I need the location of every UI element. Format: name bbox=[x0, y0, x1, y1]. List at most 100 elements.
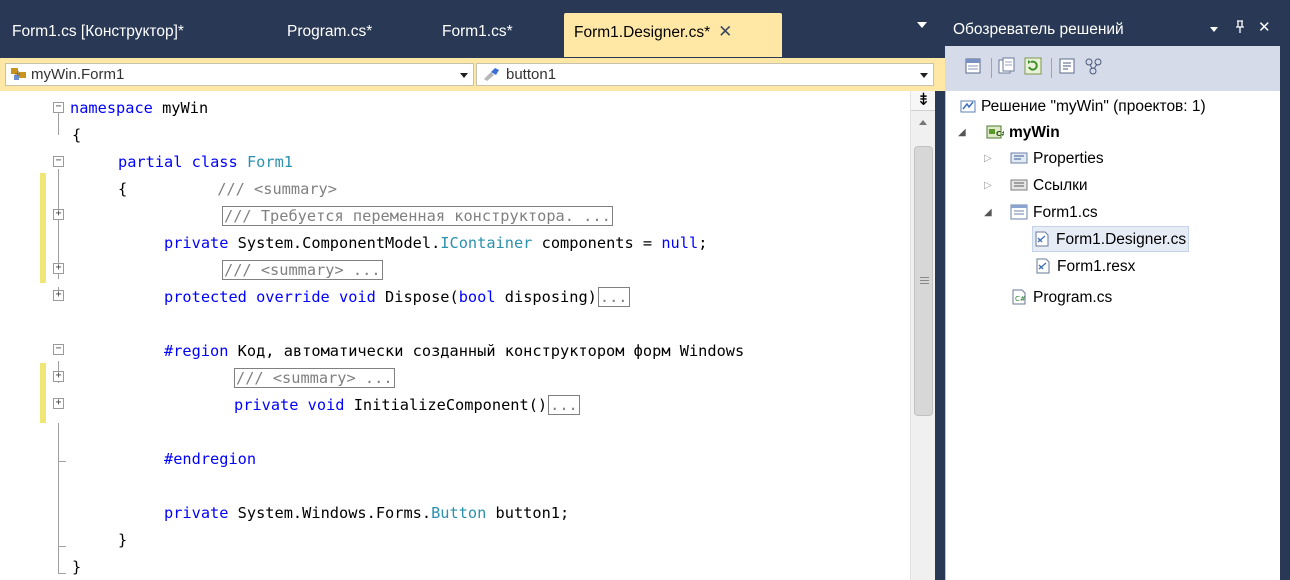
member-combo-value: button1 bbox=[506, 66, 557, 83]
solution-explorer-toolbar bbox=[945, 46, 1280, 91]
tree-node-form1[interactable]: Form1.cs bbox=[1010, 200, 1098, 226]
keyword: private bbox=[164, 234, 229, 252]
pin-icon[interactable] bbox=[1234, 20, 1246, 38]
tree-node-resx[interactable]: Form1.resx bbox=[1034, 254, 1135, 280]
tree-node-label: Form1.cs bbox=[1033, 204, 1098, 221]
collapse-toggle[interactable]: − bbox=[53, 102, 64, 113]
toolbar-separator bbox=[991, 58, 992, 78]
identifier: button1; bbox=[486, 504, 570, 522]
chevron-down-icon[interactable] bbox=[1210, 27, 1218, 32]
brace: { bbox=[118, 180, 128, 198]
code-line: /// Требуется переменная конструктора. .… bbox=[222, 203, 613, 230]
split-window-icon[interactable]: ⇟ bbox=[911, 91, 936, 111]
tree-node-label: Form1.resx bbox=[1057, 258, 1136, 275]
field-icon bbox=[481, 66, 503, 88]
class-combo[interactable]: myWin.Form1 bbox=[5, 63, 474, 86]
identifier: components = bbox=[532, 234, 662, 252]
keyword: namespace bbox=[70, 99, 153, 117]
close-icon[interactable]: ✕ bbox=[1258, 20, 1271, 36]
keyword: null bbox=[661, 234, 699, 252]
brace: } bbox=[118, 531, 128, 549]
punctuation: ; bbox=[698, 234, 708, 252]
code-line: /// <summary> ... bbox=[234, 365, 395, 392]
tree-node-references[interactable]: Ссылки bbox=[1010, 173, 1088, 199]
code-line: namespace myWin bbox=[70, 95, 208, 122]
panel-divider[interactable] bbox=[935, 91, 945, 580]
code-line: #region Код, автоматически созданный кон… bbox=[164, 338, 744, 365]
class-icon bbox=[10, 66, 28, 88]
navigation-bar: myWin.Form1 button1 bbox=[0, 58, 945, 91]
brace: { bbox=[72, 126, 82, 144]
collapsed-doc-comment[interactable]: /// Требуется переменная конструктора. .… bbox=[222, 206, 613, 226]
collapsed-arrow-icon[interactable]: ▷ bbox=[984, 146, 992, 172]
collapsed-block[interactable]: ... bbox=[597, 287, 630, 307]
view-code-icon[interactable] bbox=[1057, 56, 1079, 78]
expanded-arrow-icon[interactable]: ◢ bbox=[984, 200, 992, 226]
panel-title: Обозреватель решений bbox=[953, 21, 1124, 38]
collapse-toggle[interactable]: − bbox=[53, 344, 64, 355]
close-icon[interactable]: ✕ bbox=[718, 22, 732, 41]
member-combo[interactable]: button1 bbox=[476, 63, 934, 86]
identifier: InitializeComponent() bbox=[344, 396, 548, 414]
scroll-up-icon[interactable] bbox=[919, 120, 927, 125]
class-diagram-icon[interactable] bbox=[1083, 56, 1105, 78]
code-line: partial class Form1 bbox=[118, 149, 293, 176]
identifier: disposing) bbox=[495, 288, 597, 306]
tree-node-label: Решение "myWin" (проектов: 1) bbox=[981, 98, 1206, 115]
cs-file-icon: C# bbox=[1010, 288, 1028, 314]
collapsed-block[interactable]: ... bbox=[548, 395, 580, 415]
class-combo-value: myWin.Form1 bbox=[31, 66, 125, 83]
identifier: System.ComponentModel. bbox=[228, 234, 441, 252]
identifier: System.Windows.Forms. bbox=[228, 504, 432, 522]
tree-node-project[interactable]: C# myWin bbox=[986, 120, 1060, 146]
collapse-toggle[interactable]: − bbox=[53, 156, 64, 167]
tab-program-cs[interactable]: Program.cs* bbox=[287, 13, 372, 57]
doc-comment: /// <summary> bbox=[217, 180, 337, 198]
expand-toggle[interactable]: + bbox=[53, 290, 64, 301]
collapsed-arrow-icon[interactable]: ▷ bbox=[984, 173, 992, 199]
tab-form1-designer-cs[interactable]: Form1.Designer.cs* ✕ bbox=[564, 13, 782, 57]
type-name: IContainer bbox=[440, 234, 533, 252]
chevron-down-icon bbox=[460, 73, 468, 78]
expanded-arrow-icon[interactable]: ◢ bbox=[958, 120, 966, 146]
tree-node-designer[interactable]: Form1.Designer.cs bbox=[1032, 226, 1190, 252]
tab-label: Form1.Designer.cs* bbox=[574, 24, 711, 41]
show-properties-icon[interactable] bbox=[963, 56, 985, 78]
code-line: protected override void Dispose(bool dis… bbox=[164, 284, 630, 311]
tab-form1-designer-view[interactable]: Form1.cs [Конструктор]* bbox=[12, 13, 184, 57]
tree-node-label: Properties bbox=[1033, 150, 1104, 167]
tree-node-label: Form1.Designer.cs bbox=[1056, 231, 1187, 248]
tab-form1-cs[interactable]: Form1.cs* bbox=[442, 13, 513, 57]
refresh-icon[interactable] bbox=[1023, 56, 1045, 78]
tree-node-program[interactable]: C# Program.cs bbox=[1010, 285, 1112, 311]
window-edge bbox=[1280, 46, 1290, 580]
expand-toggle[interactable]: + bbox=[53, 209, 64, 220]
indicator-margin bbox=[0, 91, 36, 580]
svg-text:C#: C# bbox=[1015, 295, 1026, 303]
keyword: #region bbox=[164, 342, 229, 360]
outline-line bbox=[58, 423, 59, 573]
tree-node-properties[interactable]: Properties bbox=[1010, 146, 1104, 172]
expand-toggle[interactable]: + bbox=[53, 371, 64, 382]
tree-node-label: Ссылки bbox=[1033, 177, 1088, 194]
scroll-thumb[interactable] bbox=[914, 146, 933, 416]
keyword: partial class bbox=[118, 153, 238, 171]
tree-node-solution[interactable]: Решение "myWin" (проектов: 1) bbox=[960, 94, 1206, 120]
brace: } bbox=[72, 558, 82, 576]
show-all-files-icon[interactable] bbox=[997, 56, 1019, 78]
references-icon bbox=[1010, 176, 1028, 202]
collapsed-doc-comment[interactable]: /// <summary> ... bbox=[234, 368, 395, 388]
expand-toggle[interactable]: + bbox=[53, 263, 64, 274]
collapsed-doc-comment[interactable]: /// <summary> ... bbox=[222, 260, 383, 280]
resx-icon bbox=[1034, 257, 1052, 283]
tab-dropdown-icon[interactable] bbox=[917, 22, 927, 28]
code-editor[interactable]: − − + + + − + + namespace myWin { partia… bbox=[0, 91, 945, 580]
outline-tick bbox=[58, 546, 66, 547]
code-text[interactable]: namespace myWin { partial class Form1 { /… bbox=[70, 95, 744, 576]
vertical-scrollbar[interactable]: ⇟ bbox=[910, 91, 936, 580]
solution-tree: Решение "myWin" (проектов: 1) ◢ C#myWin … bbox=[945, 91, 1280, 580]
expand-toggle[interactable]: + bbox=[53, 398, 64, 409]
change-marker bbox=[40, 173, 46, 283]
document-tab-bar: Form1.cs [Конструктор]* Program.cs* Form… bbox=[0, 0, 945, 58]
type-name: Button bbox=[431, 504, 487, 522]
